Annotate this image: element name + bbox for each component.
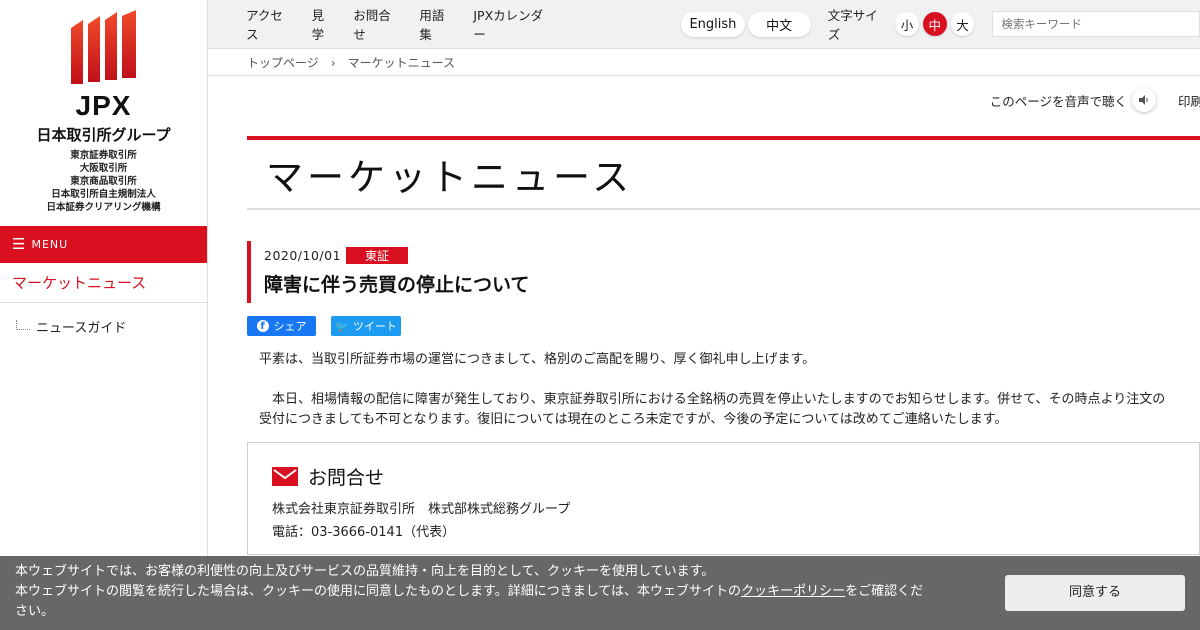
tree-branch-icon <box>16 319 30 330</box>
subsidiary-list: 東京証券取引所 大阪取引所 東京商品取引所 日本取引所自主規制法人 日本証券クリ… <box>46 149 160 214</box>
nav-link-access[interactable]: アクセス <box>246 5 295 43</box>
cookie-policy-link[interactable]: クッキーポリシー <box>741 584 845 599</box>
news-body: 平素は、当取引所証券市場の運営につきまして、格別のご高配を賜り、厚く御礼申し上げ… <box>247 350 1200 430</box>
font-size-small-button[interactable]: 小 <box>895 12 919 36</box>
menu-button[interactable]: ☰ MENU <box>0 226 207 263</box>
breadcrumb-separator: › <box>330 55 336 70</box>
font-size-large-button[interactable]: 大 <box>950 12 975 36</box>
news-paragraph: 本日、相場情報の配信に障害が発生しており、東京証券取引所における全銘柄の売買を停… <box>259 390 1200 430</box>
news-paragraph: 平素は、当取引所証券市場の運営につきまして、格別のご高配を賜り、厚く御礼申し上げ… <box>259 352 816 367</box>
speaker-icon[interactable] <box>1132 88 1156 112</box>
facebook-share-button[interactable]: f シェア <box>247 316 316 336</box>
subsidiary-name: 大阪取引所 <box>79 163 128 174</box>
breadcrumb-current: マーケットニュース <box>347 56 455 70</box>
page-tools: このページを音声で聴く 印刷 <box>247 76 1200 124</box>
contact-phone: 電話：03-3666-0141（代表） <box>272 525 456 540</box>
main-content: このページを音声で聴く 印刷 マーケットニュース 2020/10/01 東証 障… <box>247 76 1200 555</box>
nav-link-calendar[interactable]: JPXカレンダー <box>473 5 554 43</box>
brand-name: 日本取引所グループ <box>36 126 171 144</box>
contact-org: 株式会社東京証券取引所 株式部株式総務グループ <box>272 502 571 517</box>
menu-label: MENU <box>31 238 69 251</box>
agree-button[interactable]: 同意する <box>1005 575 1185 611</box>
share-buttons: f シェア 🐦 ツイート <box>247 316 1200 336</box>
logo[interactable]: JPX 日本取引所グループ 東京証券取引所 大阪取引所 東京商品取引所 日本取引… <box>0 0 207 226</box>
cookie-line: 本ウェブサイトの閲覧を続行した場合は、クッキーの使用に同意したものとします。詳細… <box>15 582 1005 602</box>
hamburger-icon: ☰ <box>12 235 27 253</box>
print-button[interactable]: 印刷 <box>1178 91 1200 110</box>
news-header: 2020/10/01 東証 障害に伴う売買の停止について <box>247 241 1200 303</box>
font-size-medium-button[interactable]: 中 <box>922 12 947 36</box>
sidebar-item-label: ニュースガイド <box>36 321 127 336</box>
news-date: 2020/10/01 <box>264 248 342 263</box>
market-badge: 東証 <box>346 247 409 264</box>
search-input[interactable] <box>992 11 1200 37</box>
sidebar-item-news-guide[interactable]: ニュースガイド <box>0 317 207 336</box>
speaker-glyph-icon <box>1139 95 1148 105</box>
twitter-bird-icon: 🐦 <box>335 319 349 333</box>
language-english-button[interactable]: English <box>681 11 745 37</box>
subsidiary-name: 東京証券取引所 <box>70 150 137 161</box>
twitter-tweet-button[interactable]: 🐦 ツイート <box>331 316 401 336</box>
listen-label: このページを音声で聴く <box>989 93 1127 109</box>
cookie-text: 本ウェブサイトでは、お客様の利便性の向上及びサービスの品質維持・向上を目的として… <box>15 562 1005 622</box>
cookie-line: 本ウェブサイトでは、お客様の利便性の向上及びサービスの品質維持・向上を目的として… <box>15 564 715 579</box>
breadcrumb: トップページ › マーケットニュース <box>208 50 1200 76</box>
news-meta: 2020/10/01 東証 <box>264 241 1200 264</box>
header: アクセス 見学 お問合せ 用語集 JPXカレンダー English 中文 文字サ… <box>208 0 1200 49</box>
top-nav: アクセス 見学 お問合せ 用語集 JPXカレンダー <box>246 5 571 43</box>
nav-link-glossary[interactable]: 用語集 <box>419 5 456 43</box>
contact-header: お問合せ <box>272 463 1199 490</box>
sidebar-item-market-news[interactable]: マーケットニュース <box>0 263 207 303</box>
jpx-logo-mark-icon <box>70 10 136 84</box>
cookie-banner: 本ウェブサイトでは、お客様の利便性の向上及びサービスの品質維持・向上を目的として… <box>0 556 1200 630</box>
font-size-label: 文字サイズ <box>827 8 878 42</box>
news-paragraph-line: 受付につきましても不可となります。復旧については現在のところ未定ですが、今後の予… <box>259 412 1008 427</box>
contact-title: お問合せ <box>308 467 385 489</box>
page-title-block: マーケットニュース <box>247 136 1200 210</box>
mail-icon <box>272 467 298 486</box>
page-title: マーケットニュース <box>266 156 634 199</box>
subsidiary-name: 日本取引所自主規制法人 <box>51 189 156 200</box>
news-title: 障害に伴う売買の停止について <box>264 274 530 296</box>
facebook-share-label: シェア <box>273 320 307 333</box>
subsidiary-name: 日本証券クリアリング機構 <box>46 202 161 213</box>
breadcrumb-home-link[interactable]: トップページ <box>247 54 319 71</box>
contact-box: お問合せ 株式会社東京証券取引所 株式部株式総務グループ 電話：03-3666-… <box>247 442 1200 555</box>
logo-text: JPX <box>75 90 132 121</box>
facebook-icon: f <box>256 320 269 332</box>
language-chinese-button[interactable]: 中文 <box>747 11 811 37</box>
sidebar: JPX 日本取引所グループ 東京証券取引所 大阪取引所 東京商品取引所 日本取引… <box>0 0 208 630</box>
cookie-line-text: 本ウェブサイトの閲覧を続行した場合は、クッキーの使用に同意したものとします。詳細… <box>15 584 742 599</box>
nav-link-tour[interactable]: 見学 <box>312 5 337 43</box>
nav-link-contact[interactable]: お問合せ <box>353 5 402 43</box>
cookie-line-text: をご確認くだ <box>845 584 924 599</box>
twitter-tweet-label: ツイート <box>352 320 397 333</box>
news-paragraph-line: 本日、相場情報の配信に障害が発生しており、東京証券取引所における全銘柄の売買を停… <box>272 392 1166 407</box>
subsidiary-name: 東京商品取引所 <box>70 176 137 187</box>
cookie-line: さい。 <box>15 604 55 619</box>
